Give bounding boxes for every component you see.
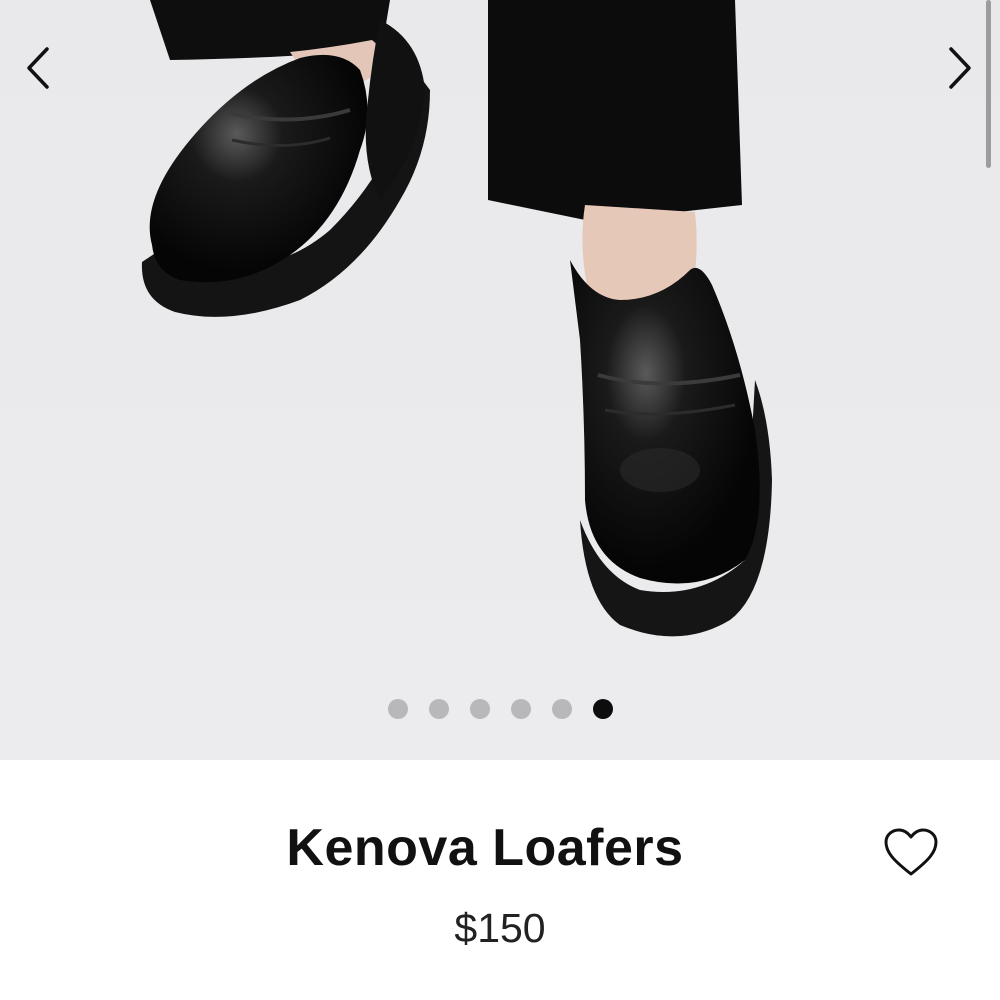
pagination-dot[interactable] (387, 699, 408, 719)
scrollbar[interactable] (986, 0, 991, 168)
pagination-dot[interactable] (551, 699, 572, 719)
pagination-dot[interactable] (510, 699, 531, 719)
product-title: Kenova Loafers (286, 819, 684, 877)
product-image-gallery[interactable] (0, 0, 1000, 760)
wishlist-button[interactable] (880, 822, 942, 884)
chevron-left-icon (27, 47, 49, 89)
previous-image-button[interactable] (18, 38, 58, 98)
chevron-right-icon (949, 47, 971, 89)
pagination-dot-active[interactable] (592, 699, 613, 719)
product-photo (0, 0, 1000, 760)
pagination-dot[interactable] (469, 699, 490, 719)
pagination-dot[interactable] (428, 699, 449, 719)
next-image-button[interactable] (940, 38, 980, 98)
heart-outline-icon (884, 828, 938, 876)
gallery-pagination (0, 699, 1000, 719)
product-price: $150 (454, 905, 546, 951)
